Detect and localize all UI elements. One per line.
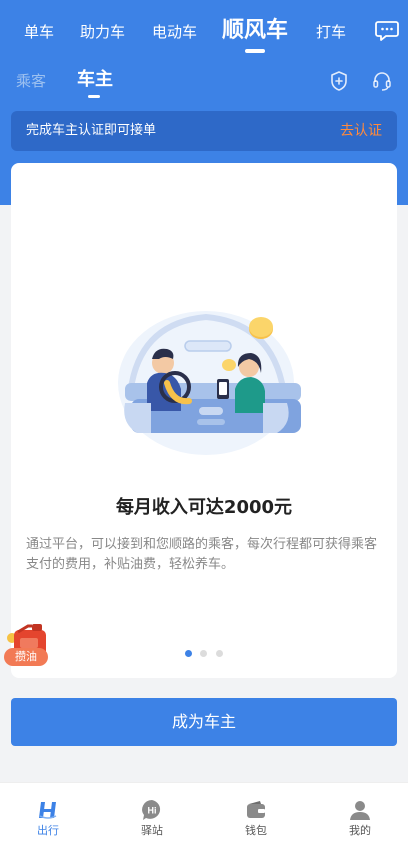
become-car-owner-button[interactable]: 成为车主 — [11, 698, 397, 746]
tab-passenger[interactable]: 乘客 — [16, 71, 46, 91]
nav-active-indicator — [245, 49, 265, 53]
nav-item-electric[interactable]: 电动车 — [152, 22, 197, 42]
driver-passenger-illustration — [118, 311, 301, 455]
carousel-dots — [185, 650, 225, 658]
carousel-dot[interactable] — [185, 650, 192, 657]
person-icon — [350, 801, 370, 820]
promo-card[interactable]: 每月收入可达2000元 通过平台，可以接到和您顺路的乘客，每次行程都可获得乘客支… — [11, 163, 397, 678]
tab-travel[interactable]: 出行 — [8, 783, 88, 851]
certification-text: 完成车主认证即可接单 — [26, 123, 157, 138]
nav-item-bike[interactable]: 单车 — [24, 22, 54, 42]
headset-icon[interactable] — [372, 71, 392, 91]
tab-station[interactable]: Hi 驿站 — [112, 783, 192, 851]
nav-item-taxi[interactable]: 打车 — [316, 22, 346, 42]
carousel-dot[interactable] — [216, 650, 223, 657]
card-title: 每月收入可达2000元 — [115, 497, 293, 518]
shield-plus-icon[interactable] — [330, 71, 348, 91]
wallet-icon — [247, 801, 265, 818]
h-logo-icon — [39, 802, 57, 819]
certification-banner: 完成车主认证即可接单 去认证 — [11, 111, 397, 151]
tab-label: 驿站 — [141, 824, 163, 837]
go-certify-link[interactable]: 去认证 — [340, 122, 382, 140]
hi-bubble-icon: Hi — [142, 800, 161, 820]
tab-car-owner[interactable]: 车主 — [77, 68, 113, 92]
tab-wallet[interactable]: 钱包 — [216, 783, 296, 851]
card-description: 通过平台，可以接到和您顺路的乘客，每次行程都可获得乘客支付的费用，补贴油费，轻松… — [26, 537, 378, 572]
fuel-badge-label[interactable]: 攒油 — [4, 648, 48, 666]
nav-item-ebike-assist[interactable]: 助力车 — [80, 22, 125, 42]
carousel-dot[interactable] — [200, 650, 207, 657]
tab-label: 出行 — [37, 824, 59, 837]
tab-profile[interactable]: 我的 — [320, 783, 400, 851]
tab-label: 钱包 — [245, 824, 267, 837]
tab-label: 我的 — [349, 824, 371, 837]
bottom-tab-bar: 出行 Hi 驿站 钱包 我的 — [0, 782, 408, 851]
role-active-indicator — [88, 95, 100, 98]
top-nav: 单车 助力车 电动车 顺风车 打车 — [0, 0, 408, 62]
nav-item-carpool[interactable]: 顺风车 — [222, 16, 288, 46]
svg-text:Hi: Hi — [148, 806, 157, 816]
message-icon[interactable] — [375, 20, 399, 42]
